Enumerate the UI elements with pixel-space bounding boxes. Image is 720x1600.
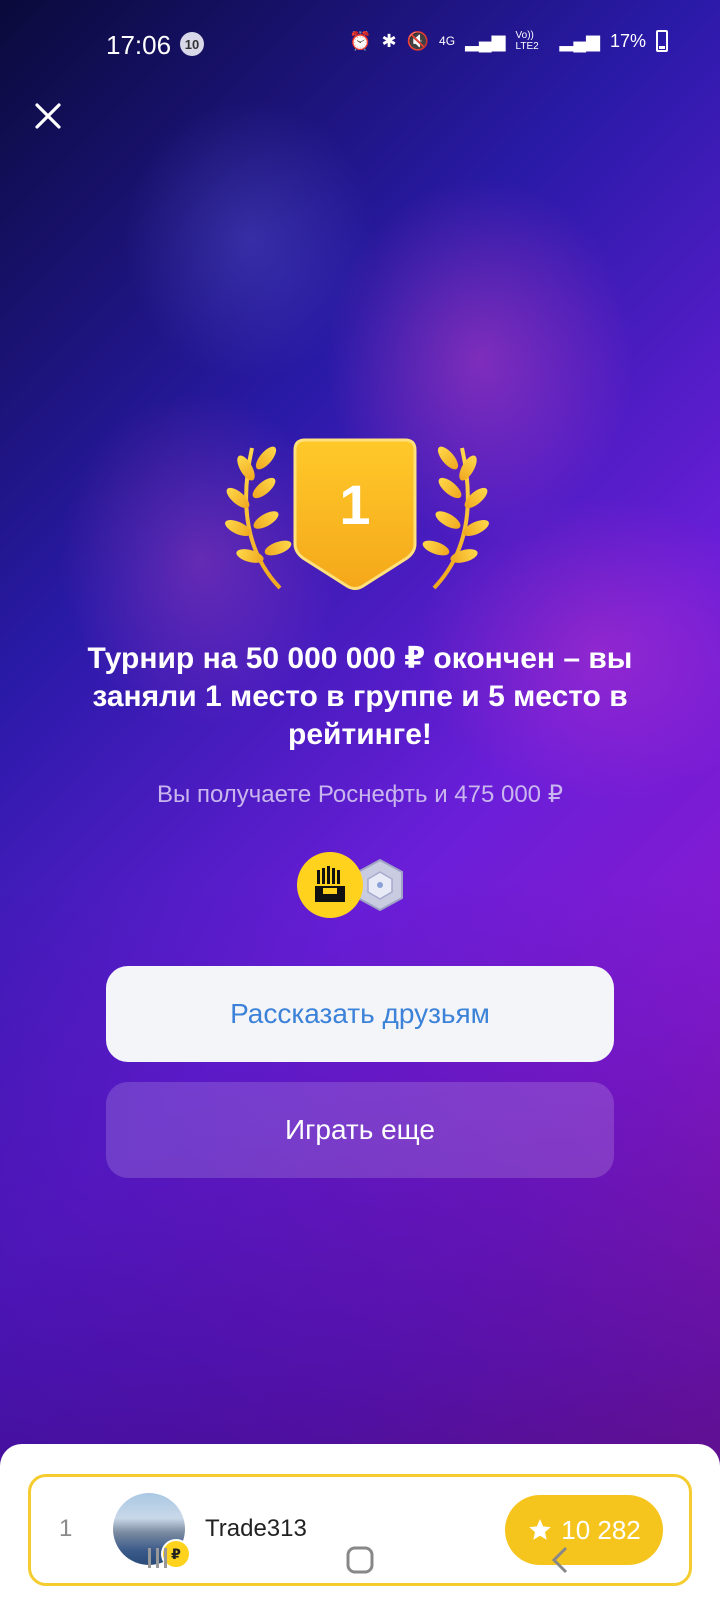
close-button[interactable]	[28, 96, 68, 136]
signal-icon: ▂▄▆	[465, 30, 506, 51]
notification-count-badge: 10	[180, 32, 204, 56]
network-lte-icon: Vo)) LTE2	[515, 30, 539, 52]
status-bar: 17:06 10 ⏰ ✱ 🔇 4G ▂▄▆ Vo)) LTE2 ▂▄▆ 17%	[0, 0, 720, 90]
prize-icons	[297, 852, 417, 922]
bluetooth-icon: ✱	[381, 30, 397, 51]
reward-text: Вы получаете Роснефть и 475 000 ₽	[157, 781, 563, 808]
close-icon	[35, 103, 61, 129]
result-headline: Турнир на 50 000 000 ₽ окончен – вы заня…	[87, 642, 633, 751]
mute-icon: 🔇	[406, 30, 430, 51]
back-icon[interactable]	[550, 1546, 570, 1574]
system-navigation-bar	[0, 1520, 720, 1600]
status-time: 17:06	[106, 30, 172, 60]
rosneft-logo-icon	[297, 852, 363, 918]
network-4g-icon: 4G	[439, 34, 456, 48]
rank-number: 1	[339, 473, 371, 536]
share-with-friends-button[interactable]: Рассказать друзьям	[106, 966, 614, 1062]
signal-icon-2: ▂▄▆	[559, 30, 600, 51]
battery-icon	[656, 30, 668, 52]
play-again-button[interactable]: Играть еще	[106, 1082, 614, 1178]
status-icons: ⏰ ✱ 🔇 4G ▂▄▆ Vo)) LTE2 ▂▄▆ 17%	[349, 30, 668, 52]
battery-level: 17%	[609, 30, 646, 51]
alarm-icon: ⏰	[349, 30, 372, 51]
recent-apps-icon[interactable]	[146, 1546, 170, 1570]
home-icon[interactable]	[346, 1546, 374, 1574]
